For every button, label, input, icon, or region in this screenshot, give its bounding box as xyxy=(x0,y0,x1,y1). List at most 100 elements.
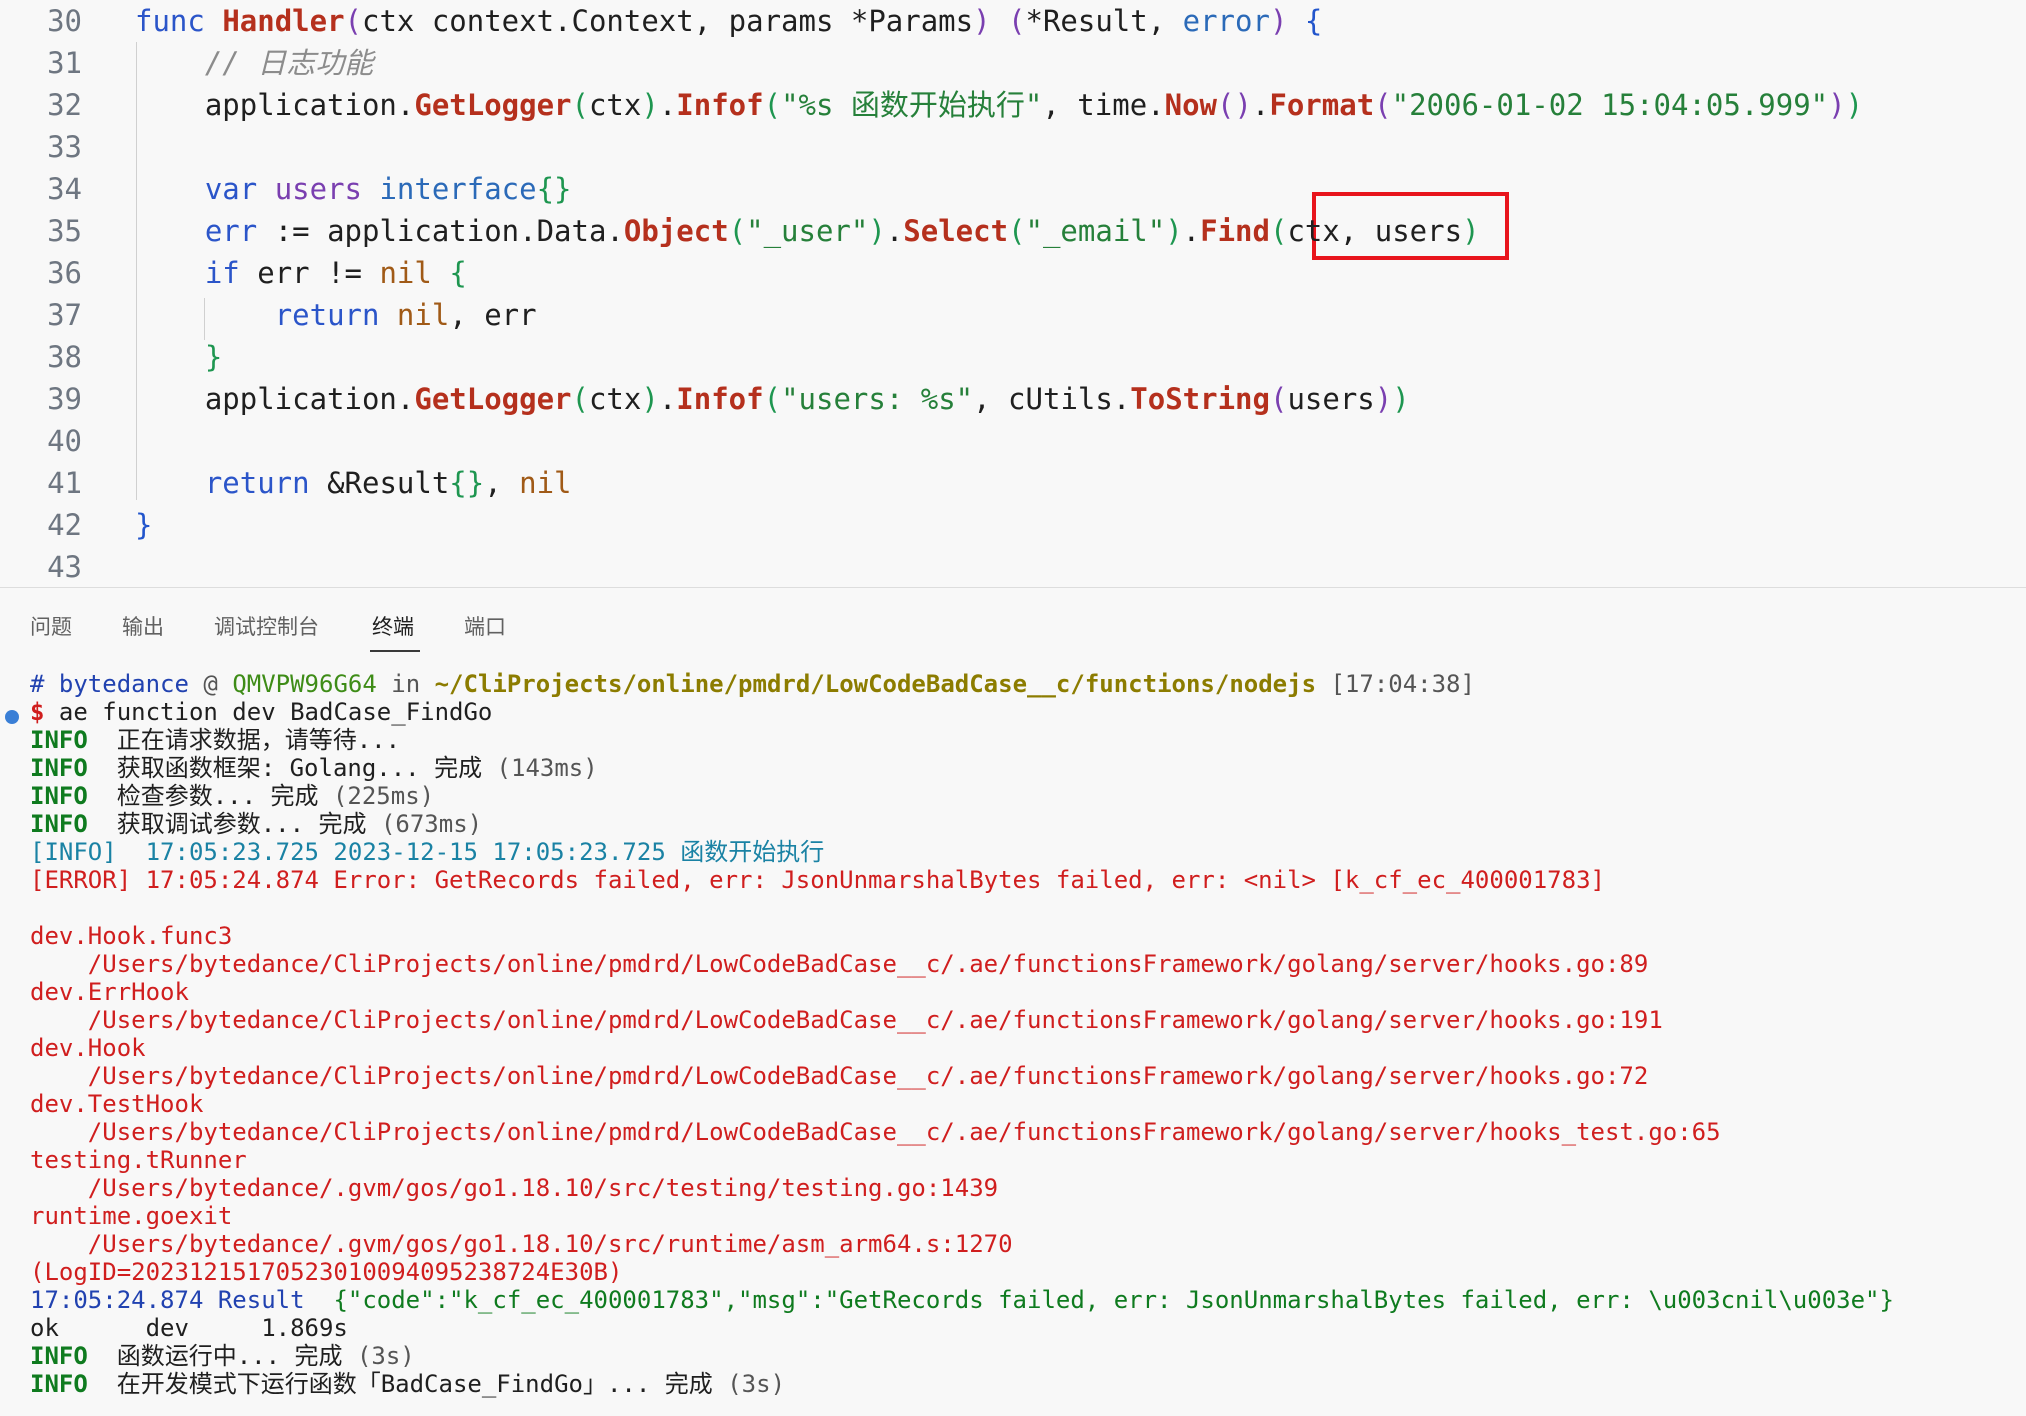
tab-terminal[interactable]: 终端 xyxy=(372,612,414,642)
code-token: "2006-01-02 15:04:05.999" xyxy=(1391,88,1829,122)
code-token: err != xyxy=(257,256,380,290)
code-token: . xyxy=(658,382,677,416)
code-line[interactable]: 30 func Handler(ctx context.Context, para… xyxy=(0,0,2026,42)
code-token: return xyxy=(274,298,397,332)
terminal-token: @ xyxy=(188,670,233,698)
terminal-line: /Users/bytedance/CliProjects/online/pmdr… xyxy=(30,1006,1663,1034)
terminal-token: INFO xyxy=(30,726,88,754)
terminal-token: /Users/bytedance/CliProjects/online/pmdr… xyxy=(30,1118,1721,1146)
code-token: application. xyxy=(135,88,415,122)
code-token: . xyxy=(885,214,904,248)
code-token: ) xyxy=(1269,4,1288,38)
tab-problems[interactable]: 问题 xyxy=(30,612,72,642)
code-token: ( xyxy=(1008,4,1026,38)
terminal-token: QMVPW96G64 xyxy=(232,670,377,698)
code-text: return &Result{}, nil xyxy=(135,462,572,504)
code-token: interface xyxy=(379,172,537,206)
terminal-token: 获取函数框架: Golang... 完成 xyxy=(87,754,497,782)
code-token: application. xyxy=(135,382,415,416)
line-number: 42 xyxy=(47,508,82,542)
terminal-token: 获取调试参数... 完成 xyxy=(87,810,381,838)
terminal-token: in xyxy=(376,670,435,698)
terminal-token: 17:05:24.874 Result xyxy=(30,1286,334,1314)
code-text: return nil, err xyxy=(135,294,537,336)
terminal-line: [INFO] 17:05:23.725 2023-12-15 17:05:23.… xyxy=(30,838,824,866)
terminal-token: ok dev 1.869s xyxy=(30,1314,348,1342)
code-line[interactable]: 36 if err != nil { xyxy=(0,252,2026,294)
line-number: 37 xyxy=(47,298,82,332)
code-line[interactable]: 32 application.GetLogger(ctx).Infof("%s … xyxy=(0,84,2026,126)
code-token: , time. xyxy=(1042,88,1165,122)
line-number: 39 xyxy=(47,382,82,416)
code-line[interactable]: 42} xyxy=(0,504,2026,546)
code-token: ) xyxy=(1374,382,1393,416)
terminal-token: 在开发模式下运行函数「BadCase_FindGo」... 完成 xyxy=(87,1370,728,1398)
terminal-token: $ xyxy=(30,698,59,726)
code-token: ) xyxy=(1165,214,1183,248)
line-number: 41 xyxy=(47,466,82,500)
tab-ports[interactable]: 端口 xyxy=(464,612,506,642)
code-line[interactable]: 37 return nil, err xyxy=(0,294,2026,336)
code-line[interactable]: 31 // 日志功能 xyxy=(0,42,2026,84)
terminal-line: runtime.goexit xyxy=(30,1202,232,1230)
terminal-line: /Users/bytedance/CliProjects/online/pmdr… xyxy=(30,1062,1649,1090)
code-token: := application.Data. xyxy=(257,214,624,248)
line-number: 31 xyxy=(47,46,82,80)
terminal-line: # bytedance @ QMVPW96G64 in ~/CliProject… xyxy=(30,670,1475,698)
code-token: func xyxy=(135,4,223,38)
code-token: ctx xyxy=(588,88,642,122)
terminal-line: [ERROR] 17:05:24.874 Error: GetRecords f… xyxy=(30,866,1605,894)
terminal-token: INFO xyxy=(30,810,88,838)
code-line[interactable]: 33 xyxy=(0,126,2026,168)
code-token: ctx xyxy=(588,382,642,416)
code-token: error xyxy=(1182,4,1270,38)
code-token: Format xyxy=(1269,88,1375,122)
terminal-token: (225ms) xyxy=(332,782,435,810)
line-number: 43 xyxy=(47,550,82,584)
terminal-token: INFO xyxy=(30,1370,88,1398)
terminal-line: INFO 正在请求数据，请等待... xyxy=(30,726,400,754)
code-token: users xyxy=(1287,382,1375,416)
code-token: ToString xyxy=(1130,382,1270,416)
code-line[interactable]: 34 var users interface{} xyxy=(0,168,2026,210)
code-token: nil xyxy=(396,298,450,332)
code-text: // 日志功能 xyxy=(135,42,373,84)
terminal-line: /Users/bytedance/.gvm/gos/go1.18.10/src/… xyxy=(30,1174,998,1202)
code-token: ( xyxy=(1008,214,1026,248)
code-token: ( xyxy=(763,88,782,122)
code-text: err := application.Data.Object("_user").… xyxy=(135,210,1480,252)
code-token: ( xyxy=(571,382,589,416)
code-token: ctx, users xyxy=(1287,214,1463,248)
terminal-token: ae function dev BadCase_FindGo xyxy=(58,698,493,726)
terminal-line: 17:05:24.874 Result {"code":"k_cf_ec_400… xyxy=(30,1286,1894,1314)
terminal-token: dev.Hook xyxy=(30,1034,146,1062)
line-number: 32 xyxy=(47,88,82,122)
code-line[interactable]: 41 return &Result{}, nil xyxy=(0,462,2026,504)
terminal-token: 正在请求数据，请等待... xyxy=(87,726,401,754)
code-token: "%s 函数开始执行" xyxy=(781,88,1043,122)
code-line[interactable]: 39 application.GetLogger(ctx).Infof("use… xyxy=(0,378,2026,420)
terminal-output[interactable]: # bytedance @ QMVPW96G64 in ~/CliProject… xyxy=(0,670,2026,1410)
terminal-token: /Users/bytedance/.gvm/gos/go1.18.10/src/… xyxy=(30,1230,1013,1258)
code-line[interactable]: 43 xyxy=(0,546,2026,588)
code-line[interactable]: 38 } xyxy=(0,336,2026,378)
code-editor[interactable]: 30 func Handler(ctx context.Context, para… xyxy=(0,0,2026,584)
tab-output[interactable]: 输出 xyxy=(122,612,164,642)
code-token: {} xyxy=(449,466,485,500)
terminal-token: bytedance xyxy=(58,670,189,698)
terminal-token: (143ms) xyxy=(496,754,598,782)
terminal-token: (673ms) xyxy=(380,810,483,838)
code-token: . xyxy=(1251,88,1270,122)
code-token: ) xyxy=(641,382,659,416)
terminal-token: INFO xyxy=(30,782,88,810)
code-line[interactable]: 35 err := application.Data.Object("_user… xyxy=(0,210,2026,252)
terminal-token: (3s) xyxy=(356,1342,415,1370)
code-token: Select xyxy=(903,214,1009,248)
code-line[interactable]: 40 xyxy=(0,420,2026,462)
code-token: {} xyxy=(536,172,572,206)
tab-debug-console[interactable]: 调试控制台 xyxy=(214,612,319,642)
